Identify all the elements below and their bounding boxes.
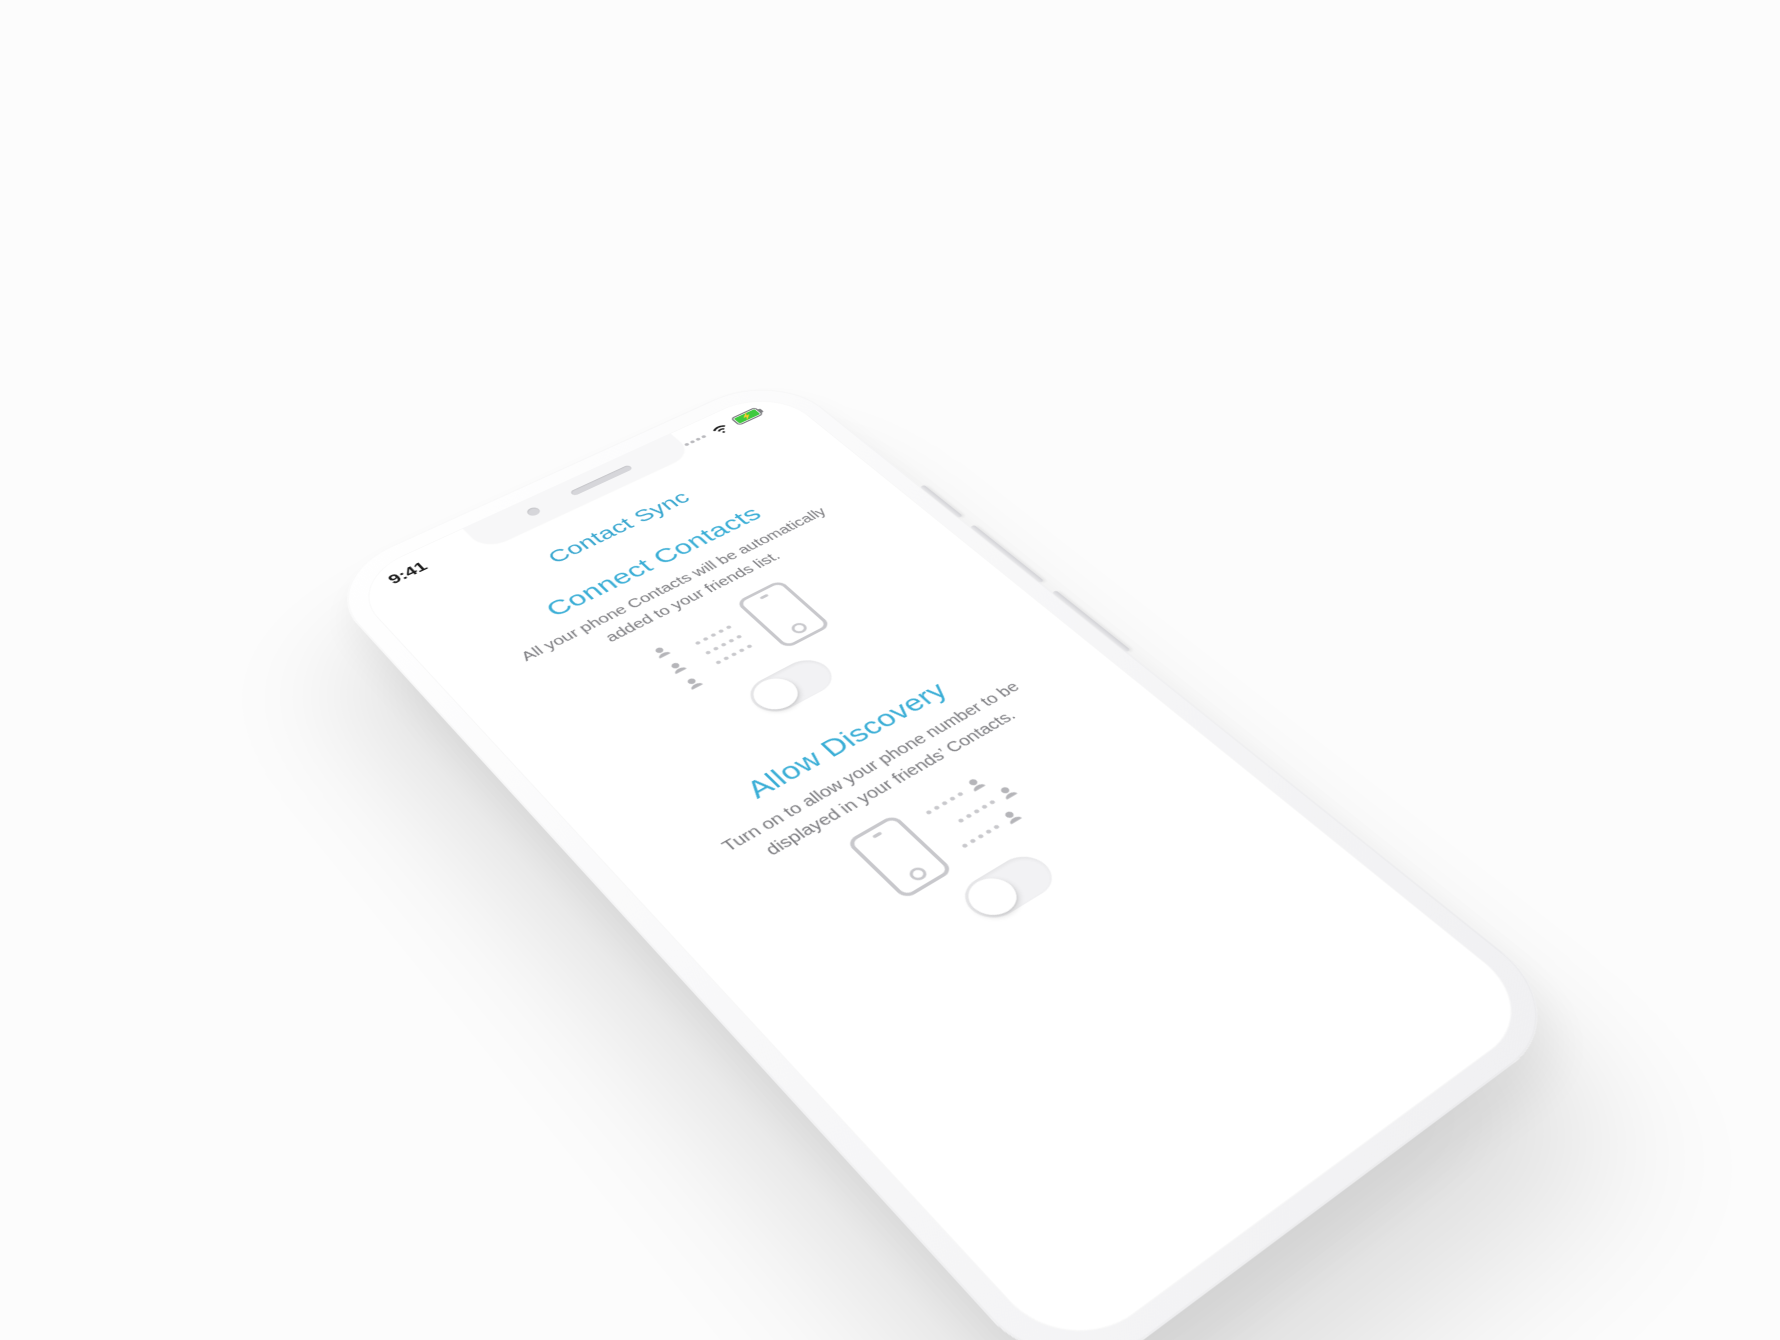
mini-phone-icon (845, 814, 954, 900)
status-right-cluster: ⚡ (679, 406, 764, 450)
person-icon (664, 659, 691, 677)
person-icon (961, 775, 989, 795)
toggle-knob (958, 871, 1026, 923)
phone-tilt-wrapper: 9:41 ⚡ Contact Sync (317, 371, 1580, 1340)
battery-charging-icon: ⚡ (730, 407, 764, 426)
screen-content: Contact Sync Connect Contacts All your p… (381, 419, 1545, 1340)
person-icon (680, 675, 707, 694)
toggle-knob (745, 673, 807, 716)
person-icon (648, 644, 674, 662)
transfer-fan-icon (920, 767, 1040, 853)
cellular-signal-icon (684, 435, 707, 447)
person-icon (993, 783, 1021, 804)
person-icon (997, 807, 1026, 828)
phone-frame: 9:41 ⚡ Contact Sync (317, 371, 1580, 1340)
wifi-icon (707, 421, 733, 437)
mini-phone-icon (735, 580, 832, 649)
stage: 9:41 ⚡ Contact Sync (0, 0, 1780, 1340)
status-time: 9:41 (384, 559, 431, 588)
allow-discovery-toggle[interactable] (954, 849, 1063, 926)
transfer-dots-icon (694, 625, 752, 665)
phone-screen: 9:41 ⚡ Contact Sync (345, 387, 1545, 1340)
